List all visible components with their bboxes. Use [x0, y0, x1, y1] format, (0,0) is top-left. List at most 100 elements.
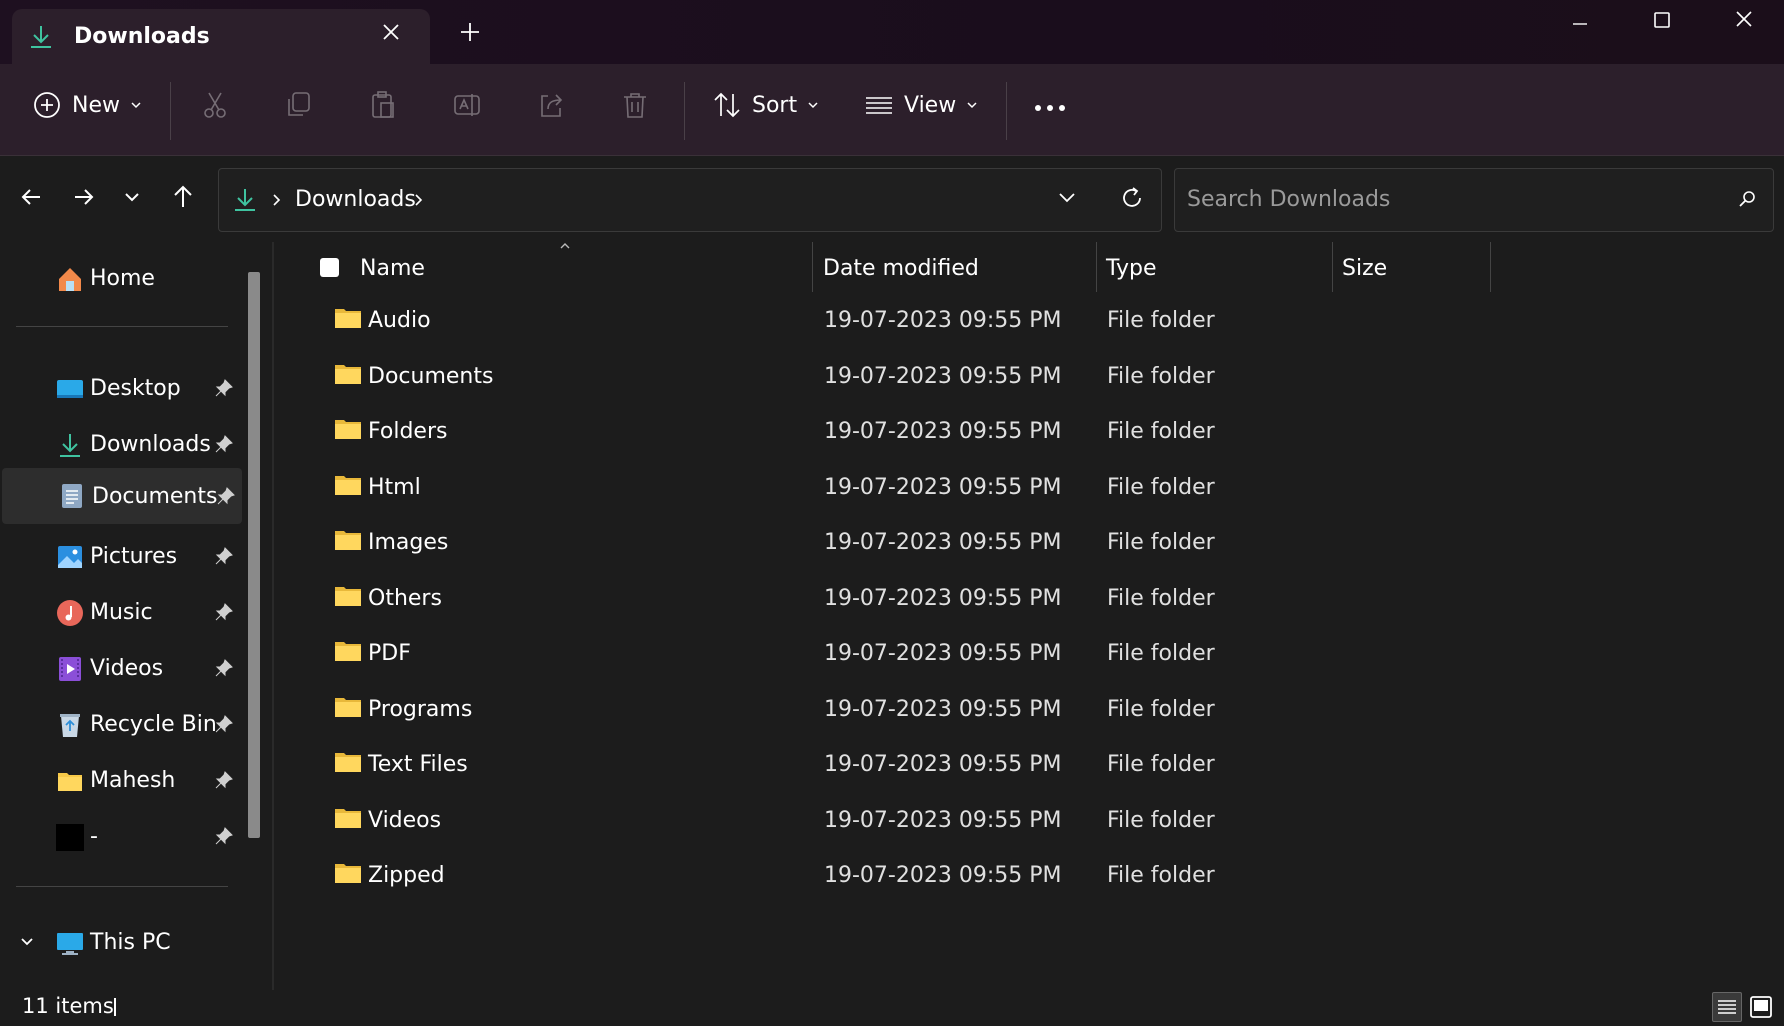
paste-icon[interactable] [368, 90, 398, 120]
large-icons-view-icon[interactable] [1746, 992, 1776, 1022]
table-row[interactable]: Images 19-07-2023 09:55 PM File folder [276, 516, 1784, 570]
share-icon[interactable] [536, 90, 566, 120]
sidebar-item-recycle-bin[interactable]: Recycle Bin [0, 698, 240, 752]
sidebar-item-downloads[interactable]: Downloads [0, 418, 240, 472]
breadcrumb-downloads[interactable]: Downloads [295, 187, 416, 212]
pin-icon[interactable] [214, 714, 234, 734]
title-bar: Downloads [0, 0, 1784, 64]
table-row[interactable]: Others 19-07-2023 09:55 PM File folder [276, 572, 1784, 626]
command-bar: New Sort View [0, 64, 1784, 156]
pin-icon[interactable] [214, 434, 234, 454]
recent-locations-chevron-icon[interactable] [124, 190, 140, 204]
column-header-type[interactable]: Type [1106, 256, 1157, 281]
navigation-pane: Home Desktop Downloads Documents Picture… [0, 242, 275, 990]
details-view-icon[interactable] [1712, 992, 1742, 1022]
table-row[interactable]: Folders 19-07-2023 09:55 PM File folder [276, 405, 1784, 459]
pin-icon[interactable] [216, 486, 236, 506]
chevron-down-icon[interactable] [20, 936, 34, 948]
sidebar-item-label: Pictures [90, 544, 178, 569]
sort-button[interactable]: Sort [712, 90, 819, 120]
column-divider[interactable] [812, 242, 813, 292]
status-bar: 11 items [0, 990, 1784, 1026]
close-icon[interactable] [1734, 9, 1754, 29]
view-button[interactable]: View [864, 90, 978, 120]
delete-icon[interactable] [620, 90, 650, 120]
folder-icon [334, 417, 362, 441]
sidebar-item-videos[interactable]: Videos [0, 642, 240, 696]
file-name: Folders [368, 419, 448, 444]
file-type: File folder [1107, 419, 1215, 444]
sidebar-item-pictures[interactable]: Pictures [0, 530, 240, 584]
videos-icon [56, 655, 84, 683]
folder-icon [334, 473, 362, 497]
table-row[interactable]: PDF 19-07-2023 09:55 PM File folder [276, 627, 1784, 681]
table-row[interactable]: Html 19-07-2023 09:55 PM File folder [276, 461, 1784, 515]
recycle-bin-icon [56, 711, 84, 739]
sidebar-item-music[interactable]: Music [0, 586, 240, 640]
sidebar-scrollbar[interactable] [248, 272, 260, 838]
pin-icon[interactable] [214, 602, 234, 622]
pin-icon[interactable] [214, 826, 234, 846]
pin-icon[interactable] [214, 770, 234, 790]
address-bar[interactable]: Downloads [218, 168, 1162, 232]
tab-downloads[interactable]: Downloads [12, 9, 430, 64]
sidebar-item-mahesh[interactable]: Mahesh [0, 754, 240, 808]
more-icon[interactable] [1034, 104, 1066, 112]
file-name: Videos [368, 807, 442, 833]
sidebar-item-this-pc[interactable]: This PC [0, 916, 240, 970]
file-date-modified: 19-07-2023 09:55 PM [824, 696, 1062, 722]
select-all-checkbox[interactable] [320, 258, 339, 277]
up-arrow-icon[interactable] [172, 184, 194, 208]
table-row[interactable]: Videos 19-07-2023 09:55 PM File folder [276, 794, 1784, 848]
rename-icon[interactable] [452, 90, 482, 120]
pin-icon[interactable] [214, 658, 234, 678]
column-divider[interactable] [1332, 242, 1333, 292]
file-name: Zipped [368, 863, 445, 888]
breadcrumb-separator-icon[interactable] [271, 193, 281, 207]
sidebar-item-documents[interactable]: Documents [2, 468, 242, 524]
close-tab-icon[interactable] [382, 23, 400, 41]
file-date-modified: 19-07-2023 09:55 PM [824, 363, 1062, 389]
copy-icon[interactable] [284, 90, 314, 120]
view-button-label: View [904, 92, 957, 118]
file-name: Images [368, 530, 449, 555]
forward-arrow-icon[interactable] [73, 186, 95, 208]
pin-icon[interactable] [214, 378, 234, 398]
file-list: Name Date modified Type Size Audio 19-07-… [276, 242, 1784, 990]
table-row[interactable]: Programs 19-07-2023 09:55 PM File folder [276, 683, 1784, 737]
table-row[interactable]: Text Files 19-07-2023 09:55 PM File folder [276, 738, 1784, 792]
new-tab-icon[interactable] [460, 22, 480, 42]
breadcrumb-separator-icon[interactable] [413, 193, 423, 207]
pin-icon[interactable] [214, 546, 234, 566]
cut-icon[interactable] [200, 90, 230, 120]
chevron-down-icon [807, 99, 819, 111]
column-divider[interactable] [1096, 242, 1097, 292]
table-row[interactable]: Audio 19-07-2023 09:55 PM File folder [276, 294, 1784, 348]
column-header-name[interactable]: Name [360, 256, 425, 281]
refresh-icon[interactable] [1119, 185, 1145, 211]
pane-splitter[interactable] [272, 242, 274, 990]
file-type: File folder [1107, 863, 1215, 888]
minimize-icon[interactable] [1570, 14, 1590, 34]
sidebar-item-desktop[interactable]: Desktop [0, 362, 240, 416]
sidebar-item-label: Music [90, 600, 153, 625]
file-date-modified: 19-07-2023 09:55 PM [824, 530, 1062, 555]
search-input[interactable]: Search Downloads [1174, 168, 1774, 232]
table-row[interactable]: Documents 19-07-2023 09:55 PM File folder [276, 350, 1784, 404]
file-type: File folder [1107, 585, 1215, 611]
sidebar-item-label: Recycle Bin [90, 712, 217, 737]
new-button[interactable]: New [32, 90, 142, 120]
sidebar-item-home[interactable]: Home [0, 252, 240, 306]
address-dropdown-icon[interactable] [1057, 191, 1077, 205]
toolbar-divider [684, 82, 685, 140]
column-divider[interactable] [1490, 242, 1491, 292]
pictures-icon [56, 543, 84, 571]
column-header-date[interactable]: Date modified [823, 256, 979, 281]
sidebar-item-dash[interactable]: - [0, 810, 240, 864]
column-header-size[interactable]: Size [1342, 256, 1387, 281]
back-arrow-icon[interactable] [20, 186, 42, 208]
file-date-modified: 19-07-2023 09:55 PM [824, 752, 1062, 777]
sidebar-divider [16, 326, 228, 327]
maximize-icon[interactable] [1652, 10, 1672, 30]
table-row[interactable]: Zipped 19-07-2023 09:55 PM File folder [276, 849, 1784, 903]
